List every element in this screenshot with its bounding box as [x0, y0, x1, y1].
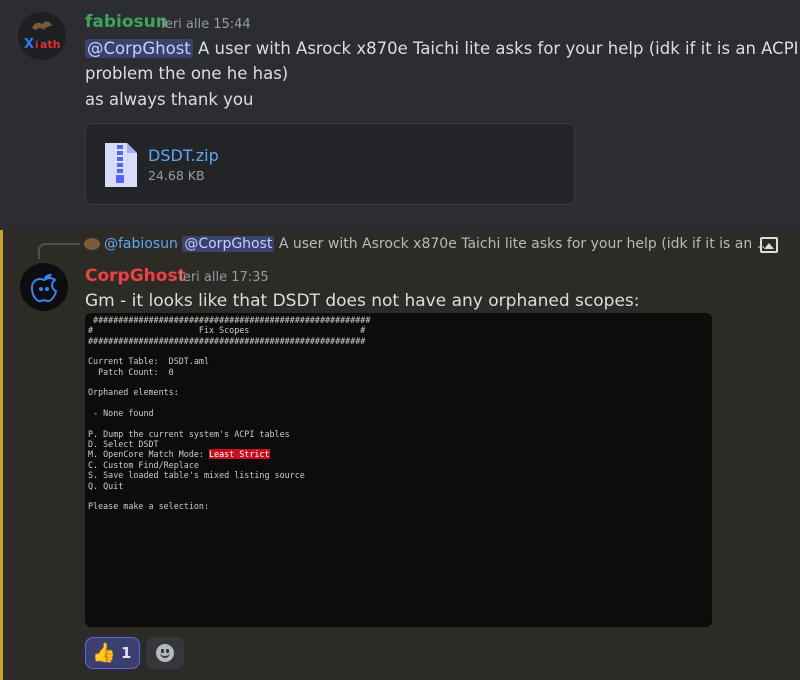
svg-text:i: i — [35, 40, 38, 51]
avatar[interactable] — [20, 263, 68, 311]
message-line-1: @CorpGhost A user with Asrock x870e Taic… — [85, 38, 799, 60]
mention-corpghost[interactable]: @CorpGhost — [85, 39, 193, 58]
message-fabiosun: X i ath fabiosun Ieri alle 15:44 @CorpGh… — [0, 0, 800, 230]
reply-connector — [38, 243, 80, 259]
reply-preview[interactable]: @fabiosun @CorpGhost A user with Asrock … — [84, 236, 774, 256]
username[interactable]: CorpGhost — [85, 266, 186, 286]
reaction-count: 1 — [121, 644, 132, 662]
username[interactable]: fabiosun — [85, 12, 168, 32]
match-mode-highlight: Least Strict — [209, 449, 270, 460]
terminal-output: ########################################… — [88, 315, 371, 512]
add-reaction-button[interactable] — [146, 637, 184, 669]
reply-avatar — [84, 238, 100, 250]
thumbs-up-icon: 👍 — [92, 642, 116, 664]
svg-text:ath: ath — [40, 38, 61, 51]
file-attachment[interactable]: DSDT.zip 24.68 KB — [85, 123, 575, 205]
reply-username[interactable]: @fabiosun — [104, 236, 178, 252]
add-reaction-icon — [156, 644, 174, 662]
avatar-xiath-icon: X i ath — [18, 12, 66, 60]
attachment-filename[interactable]: DSDT.zip — [148, 146, 219, 165]
image-icon — [760, 237, 778, 253]
attachment-size: 24.68 KB — [148, 168, 205, 183]
reply-mention[interactable]: @CorpGhost — [182, 236, 275, 252]
zip-file-icon — [105, 143, 137, 187]
message-line-3: as always thank you — [85, 90, 254, 109]
terminal-screenshot[interactable]: ########################################… — [85, 313, 712, 627]
message-line-2: problem the one he has) — [85, 64, 289, 83]
svg-text:X: X — [24, 37, 34, 52]
timestamp: Ieri alle 15:44 — [161, 17, 251, 32]
reaction-thumbs-up[interactable]: 👍 1 — [85, 637, 140, 669]
avatar[interactable]: X i ath — [18, 12, 66, 60]
reply-text: A user with Asrock x870e Taichi lite ask… — [274, 236, 771, 252]
message-text: A user with Asrock x870e Taichi lite ask… — [192, 39, 799, 58]
timestamp: Ieri alle 17:35 — [179, 270, 269, 285]
avatar-apple-ghost-icon — [20, 263, 68, 311]
message-text: Gm - it looks like that DSDT does not ha… — [85, 291, 640, 311]
